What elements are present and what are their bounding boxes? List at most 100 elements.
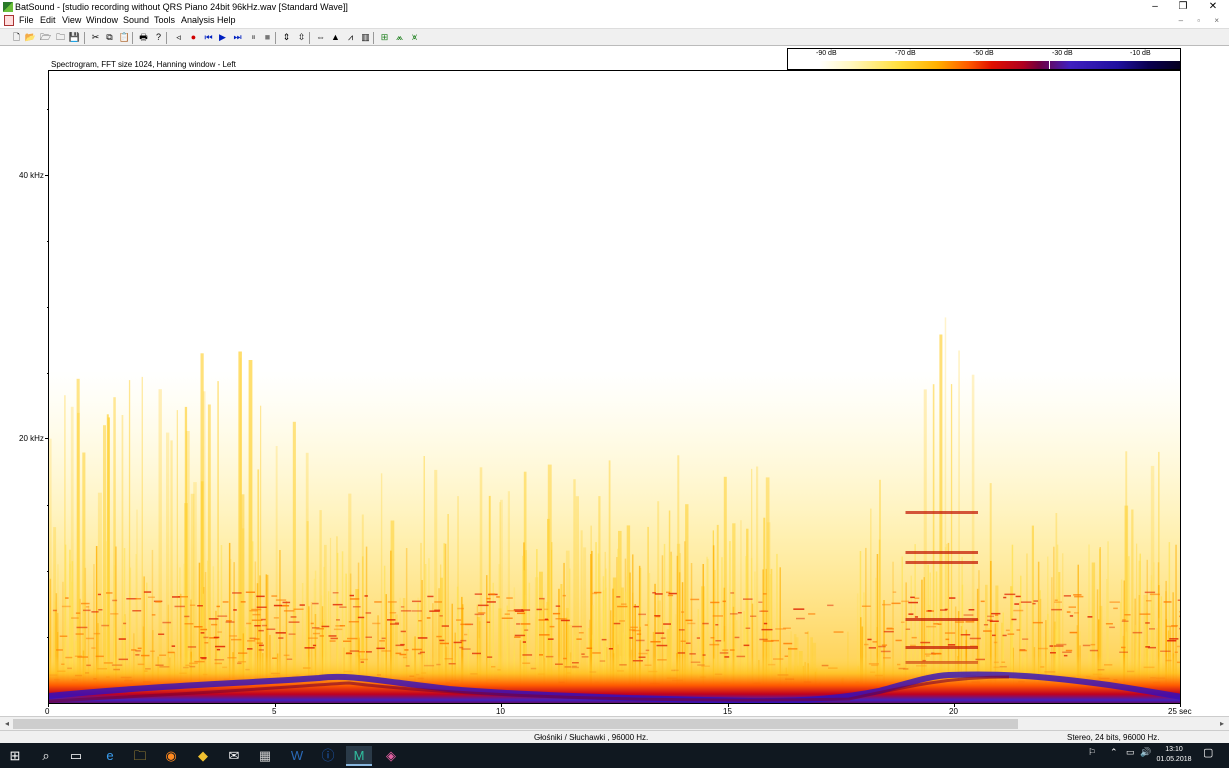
spectrogram-harmonic bbox=[460, 623, 471, 626]
spectrogram-harmonic bbox=[1011, 618, 1017, 621]
spectrogram-harmonic bbox=[678, 629, 685, 631]
fast-forward-icon[interactable]: ⏭ bbox=[231, 31, 244, 44]
zoom-vertical-in-icon[interactable]: ⇕ bbox=[280, 31, 293, 44]
spectrogram-harmonic bbox=[283, 610, 295, 612]
menu-view[interactable]: View bbox=[62, 15, 81, 25]
cut-icon[interactable]: ✂ bbox=[89, 31, 102, 44]
spectrogram-plot[interactable] bbox=[48, 70, 1181, 704]
people-icon[interactable]: ⚐ bbox=[1088, 747, 1096, 758]
colorbar-threshold-marker[interactable] bbox=[1049, 61, 1050, 69]
pause-icon[interactable]: ⏸ bbox=[247, 31, 260, 44]
spectrum-icon[interactable]: ▲ bbox=[329, 31, 342, 44]
spectrogram-harmonic bbox=[796, 617, 805, 620]
spectrogram-harmonic bbox=[418, 620, 422, 622]
menu-window[interactable]: Window bbox=[86, 15, 118, 25]
menu-edit[interactable]: Edit bbox=[40, 15, 56, 25]
stop-icon[interactable]: ■ bbox=[261, 31, 274, 44]
spectrogram-harmonic bbox=[172, 596, 180, 598]
zoom-fit-icon[interactable]: ⇔ bbox=[314, 31, 327, 44]
horizontal-scrollbar[interactable]: ◂ ▸ bbox=[0, 716, 1229, 730]
menu-file[interactable]: File bbox=[19, 15, 34, 25]
search-icon[interactable]: ⌕ bbox=[33, 746, 59, 766]
spectrogram-harmonic bbox=[1069, 631, 1078, 634]
play-icon[interactable]: ▶ bbox=[216, 31, 229, 44]
pulse-icon[interactable]: ⩘ bbox=[344, 31, 357, 44]
word-icon[interactable]: W bbox=[284, 746, 310, 766]
volume-icon[interactable]: 🔊 bbox=[1140, 747, 1151, 758]
spectrogram-harmonic bbox=[404, 649, 409, 651]
help-icon[interactable]: ? bbox=[152, 31, 165, 44]
speaker-icon[interactable]: ◃ bbox=[172, 31, 185, 44]
spectrogram-harmonic bbox=[947, 644, 956, 646]
maximize-button[interactable]: ❐ bbox=[1169, 0, 1197, 14]
spectrogram-harmonic bbox=[1074, 612, 1079, 614]
spectrogram-harmonic bbox=[1020, 601, 1032, 603]
batsound-icon[interactable]: M bbox=[346, 746, 372, 766]
save-icon[interactable]: 💾 bbox=[68, 31, 81, 44]
open-folder-icon[interactable]: 🗁 bbox=[39, 31, 52, 44]
copy-icon[interactable]: ⧉ bbox=[103, 31, 116, 44]
notifications-icon[interactable]: ▢ bbox=[1203, 746, 1213, 759]
spectrogram-harmonic bbox=[729, 649, 735, 651]
maps-icon[interactable]: ◈ bbox=[378, 746, 404, 766]
spectrogram-harmonic bbox=[217, 615, 228, 617]
record-icon[interactable]: ● bbox=[187, 31, 200, 44]
minimize-button[interactable]: – bbox=[1141, 0, 1169, 14]
peaks-icon[interactable]: ⩙ bbox=[408, 31, 421, 44]
spectrogram-harmonic bbox=[310, 622, 314, 625]
spectrogram-harmonic bbox=[275, 632, 286, 634]
file-explorer-icon[interactable]: 🗀 bbox=[127, 746, 153, 766]
open-recent-icon[interactable]: 🗀 bbox=[54, 31, 67, 44]
open-icon[interactable]: 📂 bbox=[24, 31, 37, 44]
spectrogram-harmonic bbox=[1176, 645, 1180, 648]
x-axis-label-15: 15 bbox=[723, 707, 732, 716]
mail-icon[interactable]: ✉ bbox=[221, 746, 247, 766]
spectrogram-harmonic bbox=[1073, 594, 1082, 596]
spectrogram-harmonic bbox=[861, 605, 871, 607]
spectrogram-harmonic bbox=[513, 609, 524, 611]
menu-tools[interactable]: Tools bbox=[154, 15, 175, 25]
windows-start-icon[interactable]: ⊞ bbox=[2, 746, 28, 766]
spectrogram-harmonic bbox=[578, 632, 584, 634]
spectrogram-harmonic bbox=[905, 628, 911, 630]
x-axis-label-20: 20 bbox=[949, 707, 958, 716]
analyse-icon[interactable]: ⊞ bbox=[378, 31, 391, 44]
scroll-right-arrow-icon[interactable]: ▸ bbox=[1216, 718, 1228, 730]
spectrogram-harmonic bbox=[905, 618, 978, 621]
spectrogram-harmonic bbox=[730, 592, 735, 594]
scrollbar-thumb[interactable] bbox=[13, 719, 1018, 729]
spectrogram-harmonic bbox=[93, 632, 101, 635]
window-title: BatSound - [studio recording without QRS… bbox=[15, 2, 348, 12]
system-clock[interactable]: 13:10 01.05.2018 bbox=[1155, 745, 1193, 765]
menu-sound[interactable]: Sound bbox=[123, 15, 149, 25]
spectrogram-harmonic bbox=[696, 637, 700, 639]
task-view-icon[interactable]: ▭ bbox=[63, 746, 89, 766]
mdi-window-controls[interactable]: – ▫ × bbox=[1179, 16, 1225, 25]
settings-icon[interactable]: ⩕ bbox=[393, 31, 406, 44]
spectrogram-harmonic bbox=[980, 600, 985, 603]
spectrogram-harmonic bbox=[387, 601, 397, 603]
edge-icon[interactable]: e bbox=[97, 746, 123, 766]
batsound-app-icon[interactable] bbox=[3, 2, 13, 12]
document-icon[interactable] bbox=[4, 15, 14, 26]
show-hidden-icons-icon[interactable]: ⌃ bbox=[1110, 747, 1118, 758]
app-icon[interactable]: ◆ bbox=[190, 746, 216, 766]
calculator-icon[interactable]: ▦ bbox=[252, 746, 278, 766]
spectrogram-harmonic bbox=[991, 612, 1001, 615]
scroll-left-arrow-icon[interactable]: ◂ bbox=[1, 718, 13, 730]
onepassword-icon[interactable]: ⓘ bbox=[315, 746, 341, 766]
close-button[interactable]: ✕ bbox=[1199, 0, 1227, 14]
toolbar-separator bbox=[275, 32, 276, 44]
power-spectrum-icon[interactable]: ▥ bbox=[359, 31, 372, 44]
menu-help[interactable]: Help bbox=[217, 15, 236, 25]
spectrogram-harmonic bbox=[710, 637, 715, 639]
print-icon[interactable]: 🖶 bbox=[137, 31, 150, 44]
rewind-icon[interactable]: ⏮ bbox=[202, 31, 215, 44]
network-icon[interactable]: ▭ bbox=[1126, 747, 1135, 758]
zoom-vertical-out-icon[interactable]: ⇳ bbox=[295, 31, 308, 44]
menu-analysis[interactable]: Analysis bbox=[181, 15, 215, 25]
y-axis-minor-tick bbox=[47, 373, 49, 374]
paste-icon[interactable]: 📋 bbox=[118, 31, 131, 44]
firefox-icon[interactable]: ◉ bbox=[158, 746, 184, 766]
new-icon[interactable]: 🗋 bbox=[10, 31, 23, 44]
